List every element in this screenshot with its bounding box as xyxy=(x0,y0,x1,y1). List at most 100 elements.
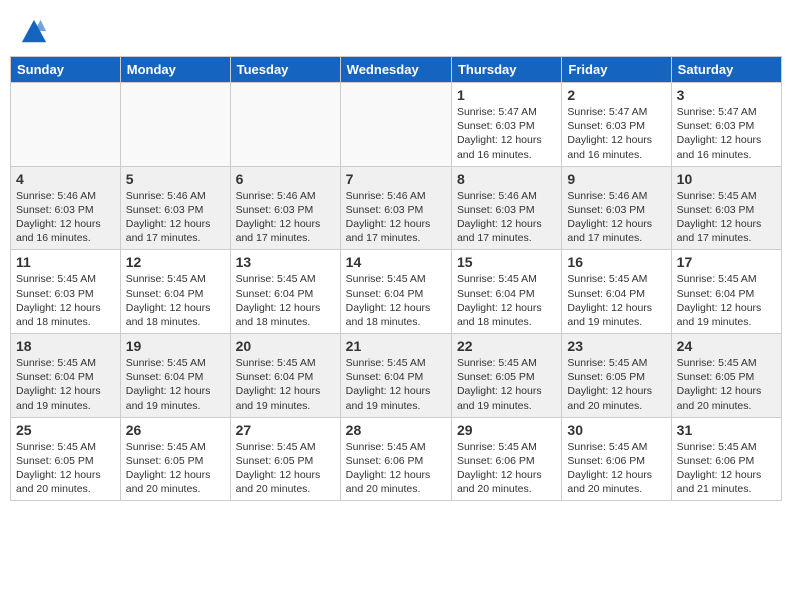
day-info: Sunrise: 5:47 AM Sunset: 6:03 PM Dayligh… xyxy=(457,105,556,162)
day-info: Sunrise: 5:45 AM Sunset: 6:06 PM Dayligh… xyxy=(677,440,776,497)
calendar-cell: 26Sunrise: 5:45 AM Sunset: 6:05 PM Dayli… xyxy=(120,417,230,501)
day-info: Sunrise: 5:45 AM Sunset: 6:04 PM Dayligh… xyxy=(346,272,446,329)
day-number: 26 xyxy=(126,422,225,438)
calendar-cell: 30Sunrise: 5:45 AM Sunset: 6:06 PM Dayli… xyxy=(562,417,671,501)
calendar-cell: 29 Sunrise: 5:45 AM Sunset: 6:06 PM Dayli… xyxy=(451,417,561,501)
day-info: Sunrise: 5:45 AM Sunset: 6:03 PM Dayligh… xyxy=(677,189,776,246)
column-header-thursday: Thursday xyxy=(451,57,561,83)
calendar-cell: 18 Sunrise: 5:45 AM Sunset: 6:04 PM Dayli… xyxy=(11,334,121,418)
column-header-monday: Monday xyxy=(120,57,230,83)
calendar-cell: 1 Sunrise: 5:47 AM Sunset: 6:03 PM Daylig… xyxy=(451,83,561,167)
day-number: 21 xyxy=(346,338,446,354)
calendar-cell: 3Sunrise: 5:47 AM Sunset: 6:03 PM Daylig… xyxy=(671,83,781,167)
day-info: Sunrise: 5:45 AM Sunset: 6:04 PM Dayligh… xyxy=(457,272,556,329)
calendar-cell: 8 Sunrise: 5:46 AM Sunset: 6:03 PM Daylig… xyxy=(451,166,561,250)
day-number: 13 xyxy=(236,254,335,270)
day-info: Sunrise: 5:45 AM Sunset: 6:04 PM Dayligh… xyxy=(677,272,776,329)
calendar-cell: 27 Sunrise: 5:45 AM Sunset: 6:05 PM Dayli… xyxy=(230,417,340,501)
day-number: 24 xyxy=(677,338,776,354)
calendar-cell: 28 Sunrise: 5:45 AM Sunset: 6:06 PM Dayli… xyxy=(340,417,451,501)
calendar-cell: 19 Sunrise: 5:45 AM Sunset: 6:04 PM Dayli… xyxy=(120,334,230,418)
day-info: Sunrise: 5:46 AM Sunset: 6:03 PM Dayligh… xyxy=(457,189,556,246)
column-header-saturday: Saturday xyxy=(671,57,781,83)
calendar-cell: 11 Sunrise: 5:45 AM Sunset: 6:03 PM Dayli… xyxy=(11,250,121,334)
page-header xyxy=(10,10,782,52)
calendar-cell: 4 Sunrise: 5:46 AM Sunset: 6:03 PM Daylig… xyxy=(11,166,121,250)
calendar-cell: 6 Sunrise: 5:46 AM Sunset: 6:03 PM Daylig… xyxy=(230,166,340,250)
day-number: 1 xyxy=(457,87,556,103)
calendar-cell: 22 Sunrise: 5:45 AM Sunset: 6:05 PM Dayli… xyxy=(451,334,561,418)
day-info: Sunrise: 5:46 AM Sunset: 6:03 PM Dayligh… xyxy=(16,189,115,246)
day-info: Sunrise: 5:45 AM Sunset: 6:06 PM Dayligh… xyxy=(457,440,556,497)
day-info: Sunrise: 5:46 AM Sunset: 6:03 PM Dayligh… xyxy=(346,189,446,246)
day-info: Sunrise: 5:46 AM Sunset: 6:03 PM Dayligh… xyxy=(126,189,225,246)
day-info: Sunrise: 5:45 AM Sunset: 6:05 PM Dayligh… xyxy=(567,356,665,413)
column-header-friday: Friday xyxy=(562,57,671,83)
day-number: 3 xyxy=(677,87,776,103)
calendar-cell: 14 Sunrise: 5:45 AM Sunset: 6:04 PM Dayli… xyxy=(340,250,451,334)
day-info: Sunrise: 5:46 AM Sunset: 6:03 PM Dayligh… xyxy=(567,189,665,246)
day-number: 16 xyxy=(567,254,665,270)
day-info: Sunrise: 5:45 AM Sunset: 6:05 PM Dayligh… xyxy=(457,356,556,413)
calendar-cell: 5Sunrise: 5:46 AM Sunset: 6:03 PM Daylig… xyxy=(120,166,230,250)
day-info: Sunrise: 5:45 AM Sunset: 6:04 PM Dayligh… xyxy=(236,356,335,413)
calendar-cell: 23 Sunrise: 5:45 AM Sunset: 6:05 PM Dayli… xyxy=(562,334,671,418)
day-info: Sunrise: 5:45 AM Sunset: 6:06 PM Dayligh… xyxy=(346,440,446,497)
day-info: Sunrise: 5:46 AM Sunset: 6:03 PM Dayligh… xyxy=(236,189,335,246)
calendar-row-0: 1 Sunrise: 5:47 AM Sunset: 6:03 PM Daylig… xyxy=(11,83,782,167)
calendar-cell: 16Sunrise: 5:45 AM Sunset: 6:04 PM Dayli… xyxy=(562,250,671,334)
column-header-tuesday: Tuesday xyxy=(230,57,340,83)
logo xyxy=(20,18,52,46)
calendar-cell: 13 Sunrise: 5:45 AM Sunset: 6:04 PM Dayli… xyxy=(230,250,340,334)
day-info: Sunrise: 5:45 AM Sunset: 6:04 PM Dayligh… xyxy=(126,356,225,413)
day-number: 31 xyxy=(677,422,776,438)
calendar-row-4: 25 Sunrise: 5:45 AM Sunset: 6:05 PM Dayli… xyxy=(11,417,782,501)
calendar-row-3: 18 Sunrise: 5:45 AM Sunset: 6:04 PM Dayli… xyxy=(11,334,782,418)
day-number: 18 xyxy=(16,338,115,354)
calendar-cell: 15 Sunrise: 5:45 AM Sunset: 6:04 PM Dayli… xyxy=(451,250,561,334)
day-info: Sunrise: 5:45 AM Sunset: 6:05 PM Dayligh… xyxy=(16,440,115,497)
day-number: 17 xyxy=(677,254,776,270)
calendar-cell: 2 Sunrise: 5:47 AM Sunset: 6:03 PM Daylig… xyxy=(562,83,671,167)
day-info: Sunrise: 5:45 AM Sunset: 6:04 PM Dayligh… xyxy=(346,356,446,413)
day-number: 15 xyxy=(457,254,556,270)
day-number: 11 xyxy=(16,254,115,270)
calendar-cell: 7Sunrise: 5:46 AM Sunset: 6:03 PM Daylig… xyxy=(340,166,451,250)
calendar-cell xyxy=(230,83,340,167)
day-number: 23 xyxy=(567,338,665,354)
day-info: Sunrise: 5:47 AM Sunset: 6:03 PM Dayligh… xyxy=(567,105,665,162)
day-number: 8 xyxy=(457,171,556,187)
day-number: 25 xyxy=(16,422,115,438)
calendar-header-row: SundayMondayTuesdayWednesdayThursdayFrid… xyxy=(11,57,782,83)
day-number: 29 xyxy=(457,422,556,438)
day-number: 27 xyxy=(236,422,335,438)
day-number: 4 xyxy=(16,171,115,187)
calendar-cell: 20Sunrise: 5:45 AM Sunset: 6:04 PM Dayli… xyxy=(230,334,340,418)
calendar-cell: 25 Sunrise: 5:45 AM Sunset: 6:05 PM Dayli… xyxy=(11,417,121,501)
calendar-cell: 12 Sunrise: 5:45 AM Sunset: 6:04 PM Dayli… xyxy=(120,250,230,334)
calendar-cell: 24Sunrise: 5:45 AM Sunset: 6:05 PM Dayli… xyxy=(671,334,781,418)
day-number: 2 xyxy=(567,87,665,103)
calendar-table: SundayMondayTuesdayWednesdayThursdayFrid… xyxy=(10,56,782,501)
day-number: 14 xyxy=(346,254,446,270)
day-info: Sunrise: 5:45 AM Sunset: 6:05 PM Dayligh… xyxy=(236,440,335,497)
day-number: 19 xyxy=(126,338,225,354)
day-number: 6 xyxy=(236,171,335,187)
day-info: Sunrise: 5:45 AM Sunset: 6:04 PM Dayligh… xyxy=(126,272,225,329)
calendar-cell: 17 Sunrise: 5:45 AM Sunset: 6:04 PM Dayli… xyxy=(671,250,781,334)
calendar-cell: 9Sunrise: 5:46 AM Sunset: 6:03 PM Daylig… xyxy=(562,166,671,250)
logo-icon xyxy=(20,18,48,46)
day-number: 22 xyxy=(457,338,556,354)
day-info: Sunrise: 5:45 AM Sunset: 6:04 PM Dayligh… xyxy=(236,272,335,329)
day-info: Sunrise: 5:45 AM Sunset: 6:06 PM Dayligh… xyxy=(567,440,665,497)
day-number: 12 xyxy=(126,254,225,270)
day-number: 28 xyxy=(346,422,446,438)
calendar-row-1: 4 Sunrise: 5:46 AM Sunset: 6:03 PM Daylig… xyxy=(11,166,782,250)
calendar-cell xyxy=(11,83,121,167)
calendar-cell: 31 Sunrise: 5:45 AM Sunset: 6:06 PM Dayli… xyxy=(671,417,781,501)
day-info: Sunrise: 5:45 AM Sunset: 6:03 PM Dayligh… xyxy=(16,272,115,329)
column-header-sunday: Sunday xyxy=(11,57,121,83)
calendar-cell xyxy=(340,83,451,167)
day-info: Sunrise: 5:45 AM Sunset: 6:04 PM Dayligh… xyxy=(16,356,115,413)
calendar-row-2: 11 Sunrise: 5:45 AM Sunset: 6:03 PM Dayli… xyxy=(11,250,782,334)
